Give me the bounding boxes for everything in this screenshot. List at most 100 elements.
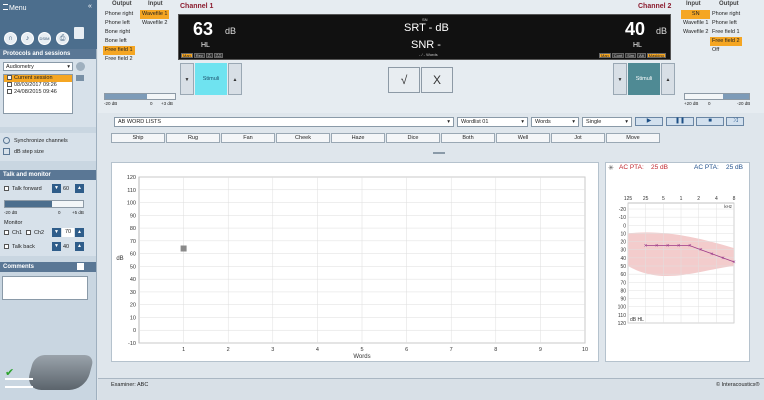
- ch1-output-free-field-1[interactable]: Free field 1: [103, 46, 136, 55]
- word-button[interactable]: Rug: [166, 133, 220, 143]
- ch2-output-phone-left[interactable]: Phone left: [710, 19, 742, 28]
- ch1-output-list: Phone right Phone left Bone right Bone l…: [103, 10, 136, 64]
- audiogram-settings-icon[interactable]: ✳: [608, 164, 614, 172]
- word-button[interactable]: Jot: [551, 133, 605, 143]
- ch2-stimuli-button[interactable]: Stimuli: [628, 63, 660, 95]
- wordlist-value: Wordlist 01: [461, 119, 489, 125]
- splitter-handle[interactable]: [433, 152, 445, 154]
- ch1-output-bone-right[interactable]: Bone right: [103, 28, 135, 37]
- shuffle-button[interactable]: ⤨: [726, 117, 744, 126]
- word-button[interactable]: Haze: [331, 133, 385, 143]
- save-icon[interactable]: [74, 27, 84, 39]
- protocol-select[interactable]: Audiometry ▾: [3, 62, 73, 71]
- word-button[interactable]: Both: [441, 133, 495, 143]
- word-list-select[interactable]: AB WORD LISTS ▾: [114, 117, 454, 127]
- ch2-level-up[interactable]: ▲: [661, 63, 675, 95]
- comments-field[interactable]: [2, 276, 88, 300]
- word-button[interactable]: Move: [606, 133, 660, 143]
- talk-forward-slider[interactable]: [4, 200, 84, 208]
- session-edit-icon[interactable]: [76, 75, 84, 81]
- ch1-output-phone-left[interactable]: Phone left: [103, 19, 135, 28]
- ch2-level-down[interactable]: ▼: [613, 63, 627, 95]
- monitor-up[interactable]: ▲: [75, 228, 84, 237]
- comments-expand-icon[interactable]: [77, 263, 84, 270]
- ch1-output-phone-right[interactable]: Phone right: [103, 10, 135, 19]
- ch2-input-wavefile-1[interactable]: Wavefile 1: [681, 19, 710, 28]
- dsim-icon[interactable]: DSIM: [38, 32, 51, 45]
- session-checkbox[interactable]: [7, 89, 12, 95]
- x-tick-label: 6: [405, 347, 408, 353]
- note-icon[interactable]: ♪: [21, 32, 34, 45]
- session-checkbox[interactable]: [7, 75, 12, 81]
- step-icon[interactable]: [3, 148, 10, 155]
- incorrect-button[interactable]: X: [421, 67, 453, 93]
- step-size-label[interactable]: dB step size: [14, 149, 44, 155]
- session-item-0[interactable]: Current session: [4, 75, 72, 82]
- protocol-settings-icon[interactable]: [76, 62, 85, 71]
- ch2-output-off[interactable]: Off: [710, 46, 742, 55]
- ch2-masking-button[interactable]: Masking: [646, 53, 666, 58]
- ch2-input-sn[interactable]: SN: [681, 10, 711, 19]
- talk-forward-down[interactable]: ▼: [52, 184, 61, 193]
- sync-icon[interactable]: [3, 137, 10, 144]
- ch1-level-up[interactable]: ▲: [228, 63, 242, 95]
- ch1-checkbox[interactable]: [4, 230, 9, 235]
- ch2-alt-button[interactable]: Alt: [637, 53, 646, 58]
- talk-back-down[interactable]: ▼: [52, 242, 61, 251]
- ch2-sim-button[interactable]: Sim: [625, 53, 637, 58]
- mode-select[interactable]: Words ▾: [531, 117, 579, 127]
- chevron-down-icon: ▾: [447, 119, 450, 125]
- ch2-output-free-field-1[interactable]: Free field 1: [710, 28, 742, 37]
- word-button[interactable]: Ship: [111, 133, 165, 143]
- stop-button[interactable]: ■: [696, 117, 724, 126]
- headphones-icon[interactable]: ∩: [4, 32, 17, 45]
- ch2-input-wavefile-2[interactable]: Wavefile 2: [681, 28, 710, 37]
- session-item-2[interactable]: 24/08/2015 09:46: [4, 89, 72, 96]
- talk-back-checkbox[interactable]: [4, 244, 9, 249]
- ch2-cont-button[interactable]: Cont: [611, 53, 625, 58]
- talk-back-up[interactable]: ▲: [75, 242, 84, 251]
- session-checkbox[interactable]: [7, 82, 12, 88]
- session-item-1[interactable]: 08/03/2017 09:26: [4, 82, 72, 89]
- ch2-checkbox[interactable]: [26, 230, 31, 235]
- ch2-output-phone-right[interactable]: Phone right: [710, 10, 742, 19]
- ac-pta-right-value: 25 dB: [726, 164, 743, 171]
- monitor-label: Monitor: [4, 220, 23, 226]
- ch2-output-free-field-2[interactable]: Free field 2: [710, 37, 743, 46]
- sidebar-top: Menu « ∩ ♪ DSIM ⎙: [0, 0, 97, 49]
- ch1-stimuli-button[interactable]: Stimuli: [195, 63, 227, 95]
- wordlist-select[interactable]: Wordlist 01 ▾: [457, 117, 528, 127]
- print-icon[interactable]: ⎙: [56, 32, 69, 45]
- ch1-warble-button[interactable]: ⎍⎍: [213, 53, 224, 58]
- word-button[interactable]: Well: [496, 133, 550, 143]
- copyright-label: © Interacoustics®: [716, 382, 760, 388]
- word-button[interactable]: Fan: [221, 133, 275, 143]
- ch2-man-button[interactable]: Man: [599, 53, 611, 58]
- monitor-value[interactable]: 70: [62, 228, 74, 237]
- sync-channels-label[interactable]: Synchronize channels: [14, 138, 68, 144]
- db-tick-label: 90: [620, 297, 626, 303]
- ch1-output-bone-left[interactable]: Bone left: [103, 37, 135, 46]
- presentation-select[interactable]: Single ▾: [582, 117, 632, 127]
- word-button[interactable]: Dice: [386, 133, 440, 143]
- play-button[interactable]: ▶: [635, 117, 663, 126]
- ch1-rev-button[interactable]: Rev: [193, 53, 205, 58]
- ch1-input-wavefile-2[interactable]: Wavefile 2: [140, 19, 169, 28]
- ch1-level-down[interactable]: ▼: [180, 63, 194, 95]
- db-tick-label: 100: [618, 305, 627, 311]
- talk-forward-up[interactable]: ▲: [75, 184, 84, 193]
- talk-forward-checkbox[interactable]: [4, 186, 9, 191]
- word-button[interactable]: Cheek: [276, 133, 330, 143]
- ch1-output-free-field-2[interactable]: Free field 2: [103, 55, 135, 64]
- collapse-icon[interactable]: «: [88, 3, 92, 10]
- pause-button[interactable]: ❚❚: [666, 117, 694, 126]
- ch1-input-wavefile-1[interactable]: Wavefile 1: [140, 10, 170, 19]
- ch1-man-button[interactable]: Man: [181, 53, 193, 58]
- ch1-level-slider[interactable]: [104, 93, 176, 100]
- menu-label[interactable]: Menu: [9, 5, 27, 12]
- monitor-down[interactable]: ▼: [52, 228, 61, 237]
- ch1-pulse-button[interactable]: ⎍: [205, 53, 213, 58]
- correct-button[interactable]: √: [388, 67, 420, 93]
- menu-icon[interactable]: [3, 4, 8, 10]
- ch2-level-slider[interactable]: [684, 93, 750, 100]
